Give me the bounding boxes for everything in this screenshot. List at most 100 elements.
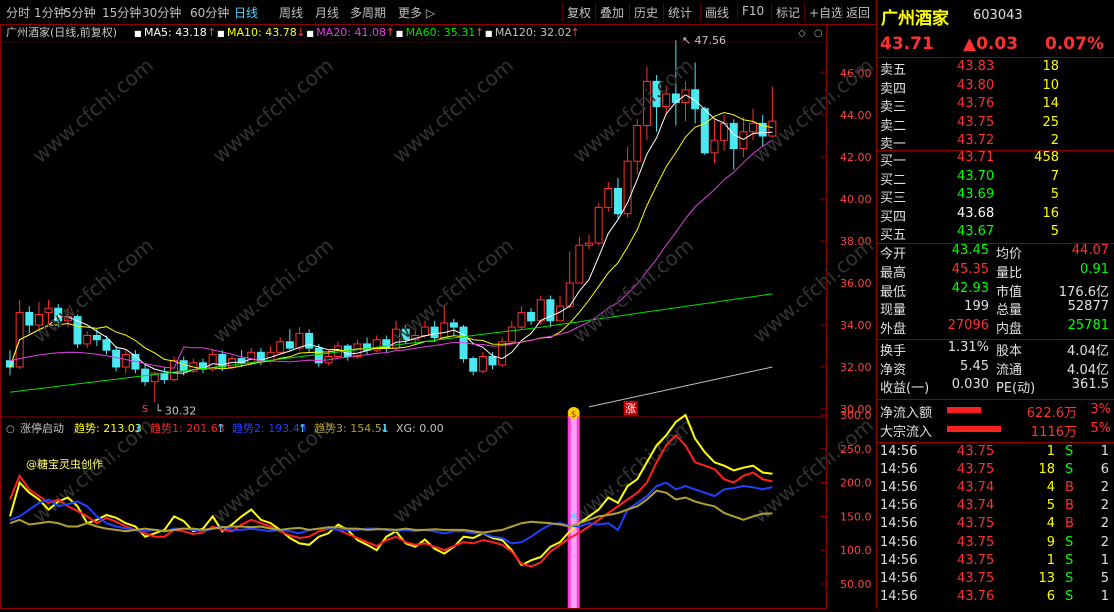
candle-body[interactable] <box>749 122 758 133</box>
candle-body[interactable] <box>478 356 487 372</box>
bid-volume-3: 16 <box>1042 205 1059 221</box>
ask-volume-4: 2 <box>1050 133 1059 149</box>
bid-volume-1: 7 <box>1050 168 1059 184</box>
tick-price-0: 43.75 <box>957 444 995 459</box>
stat-label-2: 最低 <box>880 284 907 300</box>
indicator-name: 涨停启动 <box>20 421 64 435</box>
tick-count-2: 2 <box>1100 480 1109 496</box>
candle-body[interactable] <box>536 299 545 322</box>
action-button-1[interactable]: 叠加 <box>600 4 624 21</box>
action-button-6[interactable]: 标记 <box>776 4 800 21</box>
candle-body[interactable] <box>247 351 256 364</box>
candle-body[interactable] <box>430 326 439 339</box>
tick-time-8: 14:56 <box>880 588 918 604</box>
candle-body[interactable] <box>488 356 497 366</box>
fund-value-0: 1.31% <box>947 340 989 355</box>
candle-body[interactable] <box>710 139 719 154</box>
candle-body[interactable] <box>112 349 121 368</box>
candle-body[interactable] <box>575 244 584 284</box>
stat-value2-4: 25781 <box>1067 318 1109 334</box>
candle-body[interactable] <box>449 322 458 328</box>
price-axis-label: 34.00 <box>840 319 872 332</box>
candle-body[interactable] <box>102 339 111 351</box>
candle-body[interactable] <box>739 131 748 150</box>
candle-body[interactable] <box>25 311 34 326</box>
author-credit: @糖宝灵虫创作 <box>26 457 103 471</box>
candle-body[interactable] <box>633 125 642 162</box>
tick-price-5: 43.75 <box>957 534 995 550</box>
cross-icon: ✕ <box>569 509 579 523</box>
candle-body[interactable] <box>83 335 92 345</box>
action-button-2[interactable]: 历史 <box>634 4 658 21</box>
action-button-0[interactable]: 复权 <box>567 4 591 21</box>
ma-swatch: ■ <box>134 29 142 38</box>
candle-body[interactable] <box>285 341 294 349</box>
toolbar-separator <box>629 3 630 21</box>
period-tab-3[interactable]: 15分钟 <box>102 4 141 21</box>
indicator-label-2: 趋势2: 193.45 <box>232 422 307 435</box>
candle-body[interactable] <box>469 358 478 372</box>
kline-chart-svg[interactable]: 46.0044.0042.0040.0038.0036.0034.0032.00… <box>0 24 878 609</box>
stat-label2-3: 总量 <box>996 303 1023 319</box>
candle-body[interactable] <box>440 322 449 339</box>
candle-body[interactable] <box>700 108 709 154</box>
stat-value-4: 27096 <box>947 318 989 334</box>
tick-time-1: 14:56 <box>880 462 918 478</box>
candle-body[interactable] <box>92 335 101 341</box>
candle-body[interactable] <box>613 188 622 215</box>
stat-value2-0: 44.07 <box>1071 243 1109 258</box>
indicator-label-3: 趋势3: 154.51 <box>314 422 389 435</box>
candle-body[interactable] <box>305 332 314 349</box>
stat-value-0: 43.45 <box>951 243 989 258</box>
indicator-arrow-2: ↑ <box>298 422 307 435</box>
watermark: www.cfchi.com <box>568 413 698 528</box>
flow-pct-0: 3% <box>1090 402 1111 417</box>
period-toolbar: 分时 1分钟 5分钟 15分钟 30分钟 60分钟 日线 周线 月线 多周期 更多 ▷ 复权 叠加 历史统… <box>0 0 876 25</box>
action-button-3[interactable]: 统计 <box>668 4 692 21</box>
candle-body[interactable] <box>276 341 285 353</box>
period-tab-1[interactable]: 1分钟 <box>34 4 66 21</box>
ma-arrow-2: ↑ <box>386 26 395 39</box>
period-tab-0[interactable]: 分时 <box>6 4 30 21</box>
candle-body[interactable] <box>179 360 188 372</box>
candle-body[interactable] <box>671 93 680 103</box>
toolbar-separator <box>804 3 805 21</box>
period-tab-9[interactable]: 多周期 <box>350 4 386 21</box>
ma-swatch: ■ <box>217 29 225 38</box>
candle-body[interactable] <box>623 160 632 215</box>
candle-body[interactable] <box>295 332 304 349</box>
period-tab-5[interactable]: 60分钟 <box>190 4 229 21</box>
candle-body[interactable] <box>517 311 526 328</box>
candle-body[interactable] <box>160 372 169 381</box>
stock-name: 广州酒家 <box>881 9 949 29</box>
candle-body[interactable] <box>604 188 613 208</box>
bid-label-4: 买五 <box>880 228 907 244</box>
action-button-8[interactable]: 返回 <box>846 4 870 21</box>
indicator-axis-label: 300.0 <box>840 409 872 422</box>
candle-body[interactable] <box>585 242 593 246</box>
period-tab-2[interactable]: 5分钟 <box>64 4 96 21</box>
indicator-arrow-3: ↓ <box>380 422 389 435</box>
bid-label-3: 买四 <box>880 209 907 225</box>
action-button-7[interactable]: +自选 <box>809 4 843 21</box>
period-tab-4[interactable]: 30分钟 <box>142 4 181 21</box>
period-tab-6[interactable]: 日线 <box>234 4 258 21</box>
divider <box>877 150 1114 151</box>
action-button-5[interactable]: F10 <box>742 4 764 18</box>
indicator-label-4: XG: 0.00 <box>396 422 444 435</box>
period-tab-10[interactable]: 更多 ▷ <box>398 4 435 21</box>
candle-body[interactable] <box>527 311 536 322</box>
action-button-4[interactable]: 画线 <box>705 4 729 21</box>
candle-body[interactable] <box>594 206 603 244</box>
limit-up-text: 涨 <box>625 402 636 415</box>
fund-label2-2: PE(动) <box>996 381 1036 397</box>
chart-area[interactable]: 46.00 44.00 42.00 40.00 38.00 36.00 34.00 32.00… <box>0 24 878 609</box>
candle-body[interactable] <box>121 353 130 368</box>
ma-line-60 <box>9 293 773 393</box>
candle-body[interactable] <box>507 326 516 343</box>
ask-price-2: 43.76 <box>957 96 995 112</box>
tick-price-2: 43.74 <box>957 480 995 496</box>
period-tab-8[interactable]: 月线 <box>315 4 339 21</box>
indicator-axis-label: 100.0 <box>840 544 872 557</box>
period-tab-7[interactable]: 周线 <box>279 4 303 21</box>
